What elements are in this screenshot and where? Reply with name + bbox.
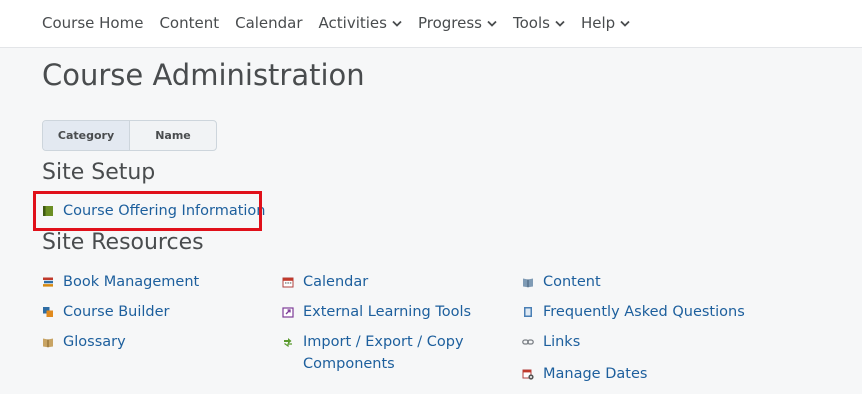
nav-progress[interactable]: Progress — [418, 14, 497, 32]
tool-link-content[interactable]: Content — [522, 271, 601, 293]
tool-link-book-management[interactable]: Book Management — [42, 271, 199, 293]
tool-link-manage-dates[interactable]: Manage Dates — [522, 363, 647, 385]
nav-items: Course Home Content Calendar Activities … — [42, 14, 646, 32]
nav-course-home[interactable]: Course Home — [42, 14, 143, 32]
tool-link-course-builder[interactable]: Course Builder — [42, 301, 170, 323]
glossary-icon — [43, 338, 53, 348]
section-title-site-setup: Site Setup — [42, 160, 156, 185]
chevron-down-icon — [555, 20, 565, 27]
category-view-button[interactable]: Category — [43, 121, 130, 150]
course-navbar: Course Home Content Calendar Activities … — [0, 0, 862, 48]
chevron-down-icon — [392, 20, 402, 27]
tool-link-frequently-asked-questions[interactable]: Frequently Asked Questions — [522, 301, 745, 323]
link-icon — [522, 339, 534, 345]
view-toggle: Category Name — [42, 120, 217, 151]
nav-tools[interactable]: Tools — [513, 14, 565, 32]
tool-link-links[interactable]: Links — [522, 331, 580, 353]
nav-help[interactable]: Help — [581, 14, 630, 32]
page-title: Course Administration — [42, 58, 365, 92]
nav-calendar[interactable]: Calendar — [235, 14, 302, 32]
calendar-icon — [282, 277, 294, 288]
course-builder-icon — [43, 307, 53, 317]
tool-link-calendar[interactable]: Calendar — [282, 271, 368, 293]
tool-link-glossary[interactable]: Glossary — [42, 331, 126, 353]
chevron-down-icon — [487, 20, 497, 27]
external-tools-icon — [282, 307, 294, 318]
book-green-icon — [43, 206, 53, 216]
section-title-site-resources: Site Resources — [42, 230, 204, 255]
nav-content[interactable]: Content — [159, 14, 219, 32]
name-view-button[interactable]: Name — [130, 121, 216, 150]
faq-icon — [524, 307, 532, 317]
books-stack-icon — [43, 277, 53, 287]
chevron-down-icon — [620, 20, 630, 27]
import-export-icon — [284, 338, 292, 348]
content-book-icon — [523, 278, 533, 288]
tool-link-course-offering-information[interactable]: Course Offering Information — [42, 200, 265, 222]
tool-link-import-export-copy-components[interactable]: Import / Export / Copy Components — [282, 331, 482, 375]
tool-link-external-learning-tools[interactable]: External Learning Tools — [282, 301, 471, 323]
manage-dates-icon — [522, 369, 534, 380]
nav-activities[interactable]: Activities — [319, 14, 402, 32]
